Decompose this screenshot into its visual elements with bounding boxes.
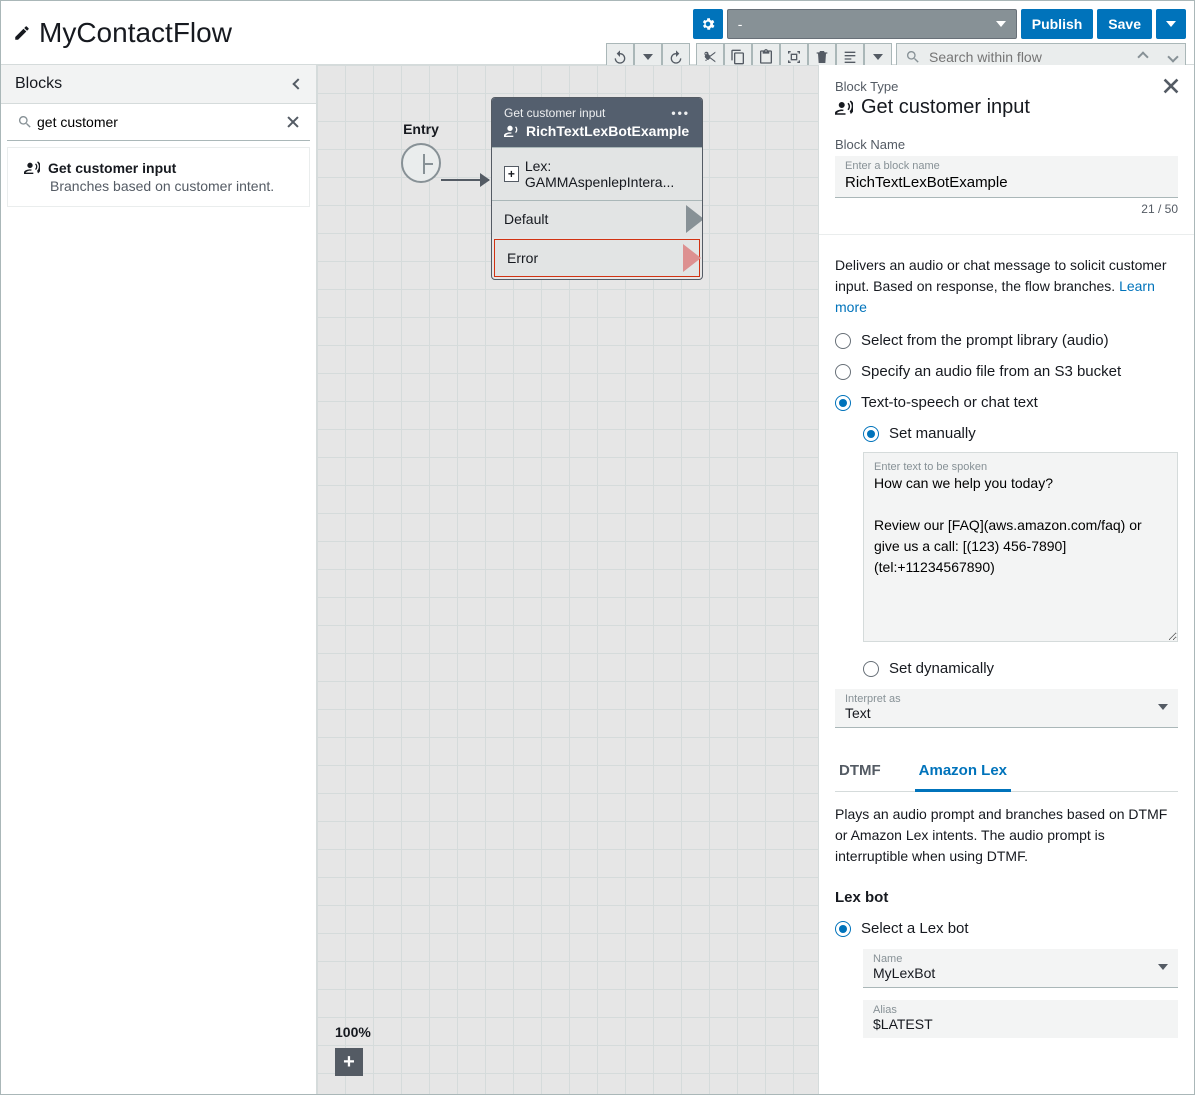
scissors-icon xyxy=(702,49,718,65)
chevron-up-icon[interactable] xyxy=(1137,51,1148,62)
tab-description: Plays an audio prompt and branches based… xyxy=(835,804,1178,867)
chevron-down-icon[interactable] xyxy=(1167,51,1178,62)
flow-state-dropdown[interactable]: - xyxy=(727,9,1017,39)
tts-textarea[interactable] xyxy=(874,473,1167,623)
flow-title: MyContactFlow xyxy=(39,17,232,49)
clear-search-button[interactable] xyxy=(286,115,300,129)
panel-title: Get customer input xyxy=(861,96,1030,119)
clipboard-icon xyxy=(758,49,774,65)
search-icon xyxy=(17,114,33,130)
settings-button[interactable] xyxy=(693,9,723,39)
block-lex-row[interactable]: + Lex: GAMMAspenlepIntera... xyxy=(492,147,702,200)
radio-prompt-library[interactable]: Select from the prompt library (audio) xyxy=(835,332,1178,349)
radio-icon xyxy=(835,395,851,411)
lexbot-name-select[interactable]: Name MyLexBot xyxy=(863,949,1178,988)
person-voice-icon xyxy=(504,123,520,139)
properties-panel: Block Type Get customer input Block Name… xyxy=(818,65,1194,1094)
undo-icon xyxy=(612,49,628,65)
output-arrow-icon xyxy=(683,244,701,272)
gear-icon xyxy=(700,16,716,32)
chevron-down-icon xyxy=(1166,21,1176,27)
notes-icon xyxy=(842,49,858,65)
save-button[interactable]: Save xyxy=(1097,9,1152,39)
block-search-input[interactable] xyxy=(33,110,286,134)
blocks-sidebar: Blocks Get customer input Branches based… xyxy=(1,65,317,1094)
block-name-char-count: 21 / 50 xyxy=(835,202,1178,216)
block-item-get-customer-input[interactable]: Get customer input Branches based on cus… xyxy=(7,147,310,207)
search-flow-input[interactable] xyxy=(929,49,1131,65)
interpret-as-select[interactable]: Interpret as Text xyxy=(835,689,1178,728)
block-type-label: Block Type xyxy=(835,79,1030,94)
radio-set-dynamically[interactable]: Set dynamically xyxy=(863,660,1178,677)
block-output-default[interactable]: Default xyxy=(492,200,702,237)
output-arrow-icon xyxy=(686,205,703,233)
close-panel-button[interactable] xyxy=(1162,77,1180,95)
block-menu-button[interactable]: ••• xyxy=(671,106,690,120)
flow-block-get-customer-input[interactable]: Get customer input ••• RichTextLexBotExa… xyxy=(491,97,703,280)
chevron-down-icon xyxy=(996,21,1006,27)
lexbot-section-header: Lex bot xyxy=(835,889,1178,906)
search-icon xyxy=(905,49,921,65)
page-title: MyContactFlow xyxy=(13,9,232,49)
publish-button[interactable]: Publish xyxy=(1021,9,1094,39)
radio-icon xyxy=(863,426,879,442)
plus-icon: + xyxy=(504,166,519,182)
block-description: Delivers an audio or chat message to sol… xyxy=(835,255,1178,318)
radio-s3-audio[interactable]: Specify an audio file from an S3 bucket xyxy=(835,363,1178,380)
connector-line xyxy=(441,179,489,181)
chevron-down-icon xyxy=(873,54,883,60)
block-search[interactable] xyxy=(7,104,310,141)
tts-textarea-wrap[interactable]: Enter text to be spoken xyxy=(863,452,1178,642)
tab-amazon-lex[interactable]: Amazon Lex xyxy=(915,752,1011,792)
divider xyxy=(819,234,1194,235)
copy-icon xyxy=(730,49,746,65)
block-name-input-wrap[interactable]: Enter a block name xyxy=(835,156,1178,198)
chevron-down-icon xyxy=(1158,704,1168,710)
person-voice-icon xyxy=(835,99,853,117)
radio-tts[interactable]: Text-to-speech or chat text xyxy=(835,394,1178,411)
entry-node[interactable]: Entry xyxy=(379,121,463,183)
person-voice-icon xyxy=(24,160,40,176)
radio-icon xyxy=(835,364,851,380)
lexbot-alias-select[interactable]: Alias $LATEST xyxy=(863,1000,1178,1038)
zoom-level: 100% xyxy=(335,1024,371,1040)
radio-icon xyxy=(863,661,879,677)
select-all-icon xyxy=(786,49,802,65)
collapse-sidebar-button[interactable] xyxy=(292,78,303,89)
radio-select-lexbot[interactable]: Select a Lex bot xyxy=(835,920,1178,937)
sidebar-title: Blocks xyxy=(15,75,62,93)
zoom-in-button[interactable]: + xyxy=(335,1048,363,1076)
flow-canvas[interactable]: Entry Get customer input ••• RichTextLex… xyxy=(317,65,818,1094)
chevron-down-icon xyxy=(1158,964,1168,970)
save-dropdown-button[interactable] xyxy=(1156,9,1186,39)
block-name-input[interactable] xyxy=(845,172,1168,191)
radio-icon xyxy=(835,921,851,937)
chevron-down-icon xyxy=(643,54,653,60)
block-name-field-label: Block Name xyxy=(835,137,1178,152)
tab-dtmf[interactable]: DTMF xyxy=(835,752,885,792)
entry-start-icon xyxy=(401,143,441,183)
radio-icon xyxy=(835,333,851,349)
zoom-control: 100% + xyxy=(335,1024,371,1076)
redo-icon xyxy=(668,49,684,65)
block-output-error[interactable]: Error xyxy=(494,239,700,277)
pencil-icon xyxy=(13,24,31,42)
input-type-tabs: DTMF Amazon Lex xyxy=(835,752,1178,792)
trash-icon xyxy=(814,49,830,65)
radio-set-manually[interactable]: Set manually xyxy=(863,425,1178,442)
